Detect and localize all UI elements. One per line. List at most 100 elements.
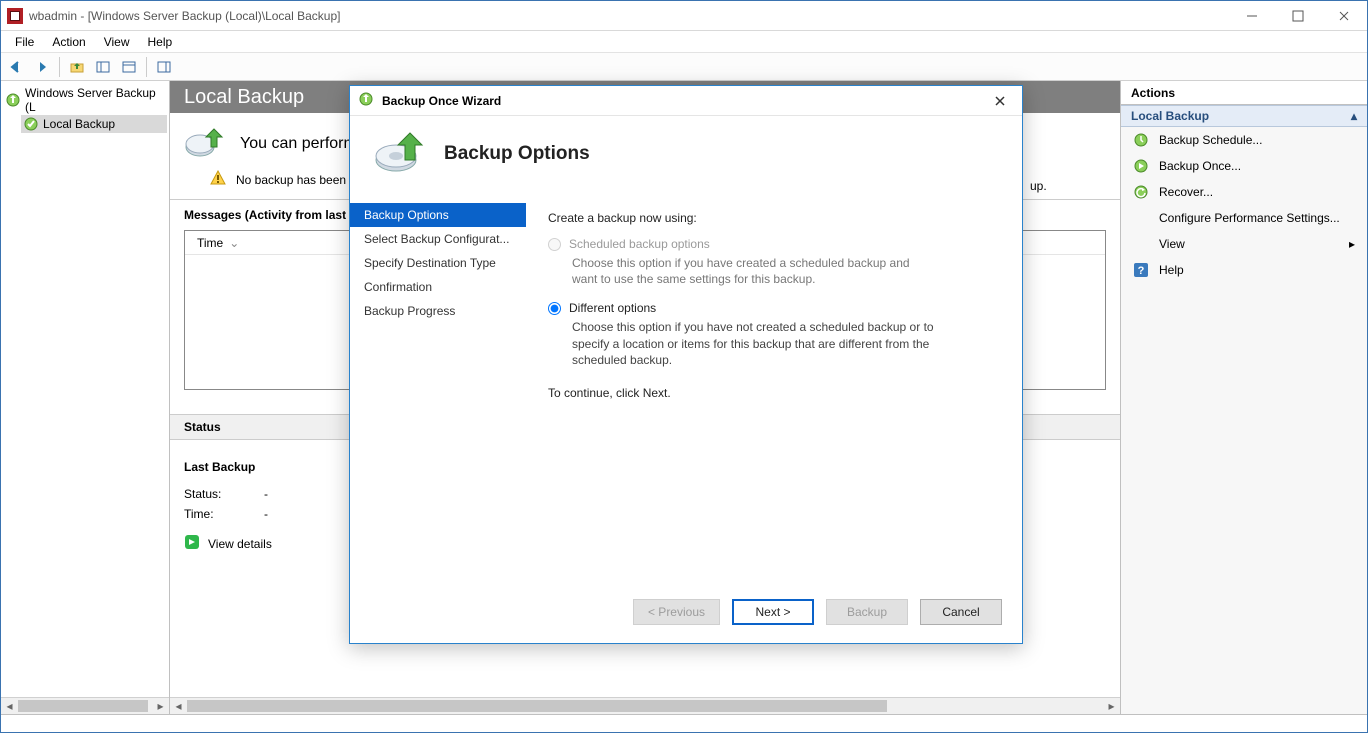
perform-text: You can perform — [240, 135, 357, 153]
dialog-title: Backup Once Wizard — [382, 94, 501, 108]
server-backup-icon — [5, 92, 21, 108]
toolbar — [1, 53, 1367, 81]
back-icon — [8, 59, 24, 75]
minimize-button[interactable] — [1229, 1, 1275, 30]
action-recover[interactable]: Recover... — [1121, 179, 1367, 205]
up-button[interactable] — [66, 56, 88, 78]
tree-scrollbar[interactable]: ◂ ▸ — [1, 697, 169, 714]
actions-pane: Actions Local Backup ▴ Backup Schedule..… — [1120, 81, 1367, 714]
chevron-right-icon: ▸ — [1349, 237, 1355, 251]
titlebar: wbadmin - [Windows Server Backup (Local)… — [1, 1, 1367, 31]
step-destination-type[interactable]: Specify Destination Type — [350, 251, 526, 275]
warn-trailing: up. — [1030, 179, 1047, 193]
cancel-button[interactable]: Cancel — [920, 599, 1002, 625]
step-backup-progress[interactable]: Backup Progress — [350, 299, 526, 323]
svg-text:?: ? — [1138, 265, 1145, 277]
action-label: Recover... — [1159, 185, 1213, 199]
window-controls — [1229, 1, 1367, 30]
continue-text: To continue, click Next. — [548, 386, 1000, 400]
wizard-small-icon — [358, 91, 374, 110]
status-value: - — [264, 487, 268, 501]
col-time-label: Time — [197, 236, 223, 250]
actions-group-label: Local Backup — [1131, 109, 1209, 123]
radio-different-label: Different options — [569, 301, 656, 315]
close-button[interactable] — [1321, 1, 1367, 30]
dialog-hero: Backup Options — [350, 116, 1022, 201]
dialog-titlebar: Backup Once Wizard — [350, 86, 1022, 116]
step-backup-options[interactable]: Backup Options — [350, 203, 526, 227]
action-help[interactable]: ? Help — [1121, 257, 1367, 283]
toolbar-separator — [59, 57, 60, 77]
recover-icon — [1133, 184, 1149, 200]
backup-big-icon — [184, 125, 228, 162]
wizard-steps: Backup Options Select Backup Configurat.… — [350, 201, 526, 587]
close-icon — [1336, 8, 1352, 24]
previous-button: < Previous — [633, 599, 720, 625]
dialog-main: Create a backup now using: Scheduled bac… — [526, 201, 1022, 587]
step-confirmation[interactable]: Confirmation — [350, 275, 526, 299]
step-select-configuration[interactable]: Select Backup Configurat... — [350, 227, 526, 251]
scrollbar-thumb[interactable] — [187, 700, 887, 712]
toolbar-separator — [146, 57, 147, 77]
center-scrollbar[interactable]: ◂ ▸ — [170, 697, 1120, 714]
col-time[interactable]: Time ⌄ — [197, 236, 239, 250]
maximize-icon — [1290, 8, 1306, 24]
scrollbar-thumb[interactable] — [18, 700, 148, 712]
dialog-body: Backup Options Select Backup Configurat.… — [350, 201, 1022, 587]
app-window: wbadmin - [Windows Server Backup (Local)… — [0, 0, 1368, 733]
forward-icon — [34, 59, 50, 75]
back-button[interactable] — [5, 56, 27, 78]
tree-root[interactable]: Windows Server Backup (L — [3, 85, 167, 115]
radio-scheduled-label: Scheduled backup options — [569, 237, 710, 251]
actions-group-header[interactable]: Local Backup ▴ — [1121, 105, 1367, 127]
menu-action[interactable]: Action — [44, 33, 93, 51]
schedule-icon — [1133, 132, 1149, 148]
menubar: File Action View Help — [1, 31, 1367, 53]
radio-scheduled-input — [548, 238, 561, 251]
chevron-down-icon: ⌄ — [229, 236, 239, 250]
warn-text: No backup has been co — [236, 173, 362, 187]
view-details-icon — [184, 534, 200, 553]
backup-button: Backup — [826, 599, 908, 625]
action-backup-once[interactable]: Backup Once... — [1121, 153, 1367, 179]
dialog-close-button[interactable] — [986, 90, 1014, 112]
statusbar — [1, 714, 1367, 732]
menu-view[interactable]: View — [96, 33, 138, 51]
radio-different[interactable]: Different options — [548, 301, 1000, 315]
help-icon: ? — [1133, 262, 1149, 278]
help-toolbar-button[interactable] — [153, 56, 175, 78]
minimize-icon — [1244, 8, 1260, 24]
action-label: Configure Performance Settings... — [1159, 211, 1340, 225]
actions-header: Actions — [1121, 81, 1367, 105]
action-backup-schedule[interactable]: Backup Schedule... — [1121, 127, 1367, 153]
scrollbar-right-icon[interactable]: ▸ — [152, 698, 169, 715]
time-value: - — [264, 507, 268, 521]
tree-local-backup[interactable]: Local Backup — [21, 115, 167, 133]
dialog-buttons: < Previous Next > Backup Cancel — [350, 587, 1022, 643]
help-pane-icon — [156, 59, 172, 75]
scrollbar-left-icon[interactable]: ◂ — [170, 698, 187, 715]
local-backup-icon — [23, 116, 39, 132]
radio-different-input[interactable] — [548, 302, 561, 315]
once-icon — [1133, 158, 1149, 174]
scrollbar-left-icon[interactable]: ◂ — [1, 698, 18, 715]
radio-different-desc: Choose this option if you have not creat… — [572, 319, 952, 368]
forward-button[interactable] — [31, 56, 53, 78]
tree-local-backup-label: Local Backup — [43, 117, 115, 131]
action-label: Help — [1159, 263, 1184, 277]
tree-pane-icon — [95, 59, 111, 75]
show-hide-tree-button[interactable] — [92, 56, 114, 78]
view-details-label: View details — [208, 537, 272, 551]
action-configure-performance[interactable]: Configure Performance Settings... — [1121, 205, 1367, 231]
action-view[interactable]: View ▸ — [1121, 231, 1367, 257]
next-button[interactable]: Next > — [732, 599, 814, 625]
maximize-button[interactable] — [1275, 1, 1321, 30]
time-key: Time: — [184, 507, 244, 521]
action-label: Backup Once... — [1159, 159, 1241, 173]
properties-button[interactable] — [118, 56, 140, 78]
scrollbar-right-icon[interactable]: ▸ — [1103, 698, 1120, 715]
menu-file[interactable]: File — [7, 33, 42, 51]
radio-scheduled: Scheduled backup options — [548, 237, 1000, 251]
menu-help[interactable]: Help — [140, 33, 181, 51]
radio-scheduled-desc: Choose this option if you have created a… — [572, 255, 932, 287]
